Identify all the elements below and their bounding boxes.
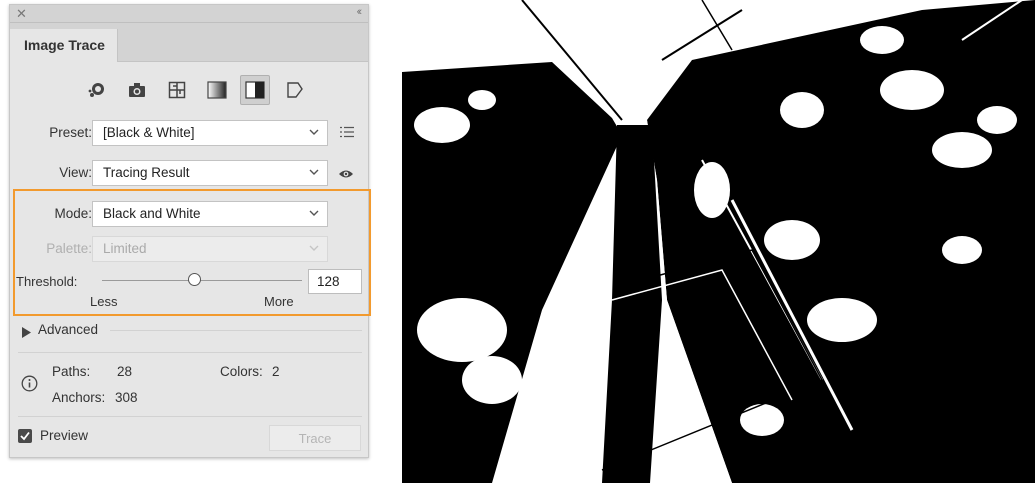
preset-menu-icon[interactable]: [340, 125, 354, 143]
grayscale-icon[interactable]: [202, 75, 232, 105]
advanced-toggle[interactable]: Advanced: [38, 322, 98, 337]
chevron-down-icon: [309, 210, 319, 216]
threshold-slider-track[interactable]: [102, 280, 302, 281]
chevron-down-icon: [309, 169, 319, 175]
collapse-icon[interactable]: ‹‹: [357, 6, 363, 18]
mode-value: Black and White: [103, 206, 201, 221]
preset-dropdown[interactable]: [Black & White]: [92, 120, 328, 146]
divider: [18, 352, 362, 353]
palette-value: Limited: [103, 241, 147, 256]
artwork-shape: [462, 356, 522, 404]
more-label: More: [264, 294, 294, 309]
traced-artwork-canvas: [402, 0, 1035, 483]
mode-label: Mode:: [54, 206, 92, 221]
camera-icon[interactable]: [122, 75, 152, 105]
close-icon[interactable]: ✕: [16, 6, 27, 22]
artwork-shape: [932, 132, 992, 168]
colors-value: 2: [272, 364, 280, 379]
artwork-shape: [764, 220, 820, 260]
artwork-shape: [414, 107, 470, 143]
artwork-shape: [807, 298, 877, 342]
threshold-input[interactable]: 128: [308, 269, 362, 294]
less-label: Less: [90, 294, 118, 309]
artwork-shape: [977, 106, 1017, 134]
colors-label: Colors:: [220, 364, 263, 379]
advanced-divider: [110, 330, 362, 331]
artwork-shape: [860, 26, 904, 54]
tab-image-trace[interactable]: Image Trace: [10, 29, 118, 62]
advanced-triangle-icon[interactable]: [22, 325, 31, 343]
artwork-shape: [694, 162, 730, 218]
artwork-shape: [780, 92, 824, 128]
threshold-slider-thumb[interactable]: [188, 273, 201, 286]
artwork-shape: [942, 236, 982, 264]
chevron-down-icon: [309, 129, 319, 135]
tab-strip: Image Trace: [10, 23, 368, 62]
auto-color-icon[interactable]: [82, 75, 112, 105]
artwork-shape: [417, 298, 507, 362]
panel-titlebar: ✕ ‹‹: [10, 5, 368, 23]
outline-icon[interactable]: [280, 75, 310, 105]
trace-button[interactable]: Trace: [269, 425, 361, 451]
artwork-shape: [740, 404, 784, 436]
anchors-label: Anchors:: [52, 390, 106, 405]
mode-dropdown[interactable]: Black and White: [92, 201, 328, 227]
view-label: View:: [59, 165, 92, 180]
preset-value: [Black & White]: [103, 125, 195, 140]
view-value: Tracing Result: [103, 165, 190, 180]
artwork-shape: [880, 70, 944, 110]
black-white-icon[interactable]: [240, 75, 270, 105]
preview-label[interactable]: Preview: [40, 428, 88, 443]
threshold-label: Threshold:: [16, 274, 78, 289]
paths-value: 28: [117, 364, 133, 379]
palette-label: Palette:: [46, 241, 92, 256]
preset-label: Preset:: [49, 125, 92, 140]
preview-checkbox[interactable]: [18, 429, 32, 443]
chevron-down-icon: [309, 245, 319, 251]
image-trace-panel: ✕ ‹‹ Image Trace Preset: [Black & White]: [9, 4, 371, 458]
artwork-shape: [509, 420, 565, 460]
info-icon: [21, 375, 38, 397]
paths-label: Paths:: [52, 364, 91, 379]
anchors-value: 308: [115, 390, 138, 405]
artwork-shape: [468, 90, 496, 110]
eye-icon[interactable]: [338, 167, 354, 185]
grid-icon[interactable]: [162, 75, 192, 105]
view-dropdown[interactable]: Tracing Result: [92, 160, 328, 186]
divider: [18, 416, 362, 417]
palette-dropdown: Limited: [92, 236, 328, 262]
